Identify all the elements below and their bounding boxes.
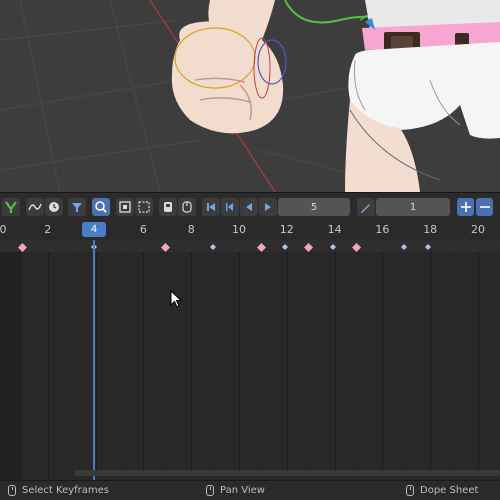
status-middle-label: Pan View (220, 485, 265, 496)
keyframe-unselected[interactable] (425, 244, 432, 250)
channel-strip (0, 240, 22, 480)
box-select-icon[interactable] (135, 198, 153, 216)
frame-gridline (239, 240, 240, 478)
keyframe-unselected[interactable] (281, 244, 288, 250)
frame-gridline (191, 240, 192, 478)
frame-field[interactable]: 5 (278, 198, 350, 216)
pin-icon[interactable] (159, 198, 177, 216)
ruler-tick-label: 10 (232, 223, 246, 236)
plus-icon[interactable] (457, 198, 474, 216)
ruler-tick-label: 12 (279, 223, 294, 236)
ruler-tick-label: 20 (471, 223, 485, 236)
frame-gridline (143, 240, 144, 478)
frame-gridline (72, 240, 73, 478)
timeline-ruler[interactable]: 0 2 6 8 10 12 14 16 18 20 4 (0, 220, 500, 240)
frame-gridline (430, 240, 431, 478)
status-editor: Dope Sheet (406, 485, 478, 496)
3d-viewport[interactable] (0, 0, 500, 192)
frame-gridline (359, 240, 360, 478)
mouse-cursor-icon (170, 290, 183, 308)
filter-icon[interactable] (68, 198, 86, 216)
mouse-middle-icon (206, 485, 214, 496)
frame-gridline (48, 240, 49, 478)
keyframe-selected[interactable] (256, 242, 266, 252)
pencil-icon[interactable] (357, 198, 375, 216)
keyframe-selected[interactable] (160, 242, 170, 252)
keyframe-unselected[interactable] (329, 244, 336, 250)
dopesheet-toolbar: 5 1 (0, 192, 500, 220)
frame-gridline (382, 240, 383, 478)
keyframe-unselected[interactable] (401, 244, 408, 250)
play-reverse-icon[interactable] (240, 198, 258, 216)
play-icon[interactable] (259, 198, 277, 216)
ruler-tick-label: 18 (423, 223, 438, 236)
frame-gridline (287, 240, 288, 478)
step-field[interactable]: 1 (376, 198, 450, 216)
mouse-right-icon (406, 485, 414, 496)
blender-window: 5 1 0 2 6 8 10 12 14 16 18 20 4 Select Keyframes (0, 0, 500, 500)
frame-gridline (335, 240, 336, 478)
ruler-tick-label: 2 (44, 223, 52, 236)
keyframe-selected[interactable] (304, 242, 314, 252)
keyframe-selected[interactable] (17, 242, 27, 252)
keyframe-unselected[interactable] (210, 244, 217, 250)
minus-icon[interactable] (476, 198, 493, 216)
frame-gridline (167, 240, 168, 478)
frame-gridline (215, 240, 216, 478)
frame-gridline (478, 240, 479, 478)
frame-gridline (454, 240, 455, 478)
viewport-scene (0, 0, 500, 192)
ruler-tick-label: 8 (187, 223, 195, 236)
playhead[interactable] (93, 240, 95, 480)
mouse-select-icon[interactable] (178, 198, 196, 216)
keyframe-insert-icon[interactable] (2, 198, 20, 216)
dopesheet-region[interactable] (0, 240, 500, 480)
frame-gridline (96, 240, 97, 478)
frame-gridline (263, 240, 264, 478)
ruler-tick-label: 0 (0, 223, 7, 236)
current-frame-badge[interactable]: 4 (82, 222, 106, 237)
status-select: Select Keyframes (8, 485, 109, 496)
ruler-tick-label: 6 (139, 223, 147, 236)
frame-gridline (120, 240, 121, 478)
frame-gridline (406, 240, 407, 478)
ruler-tick-label: 14 (327, 223, 342, 236)
frame-gridline (311, 240, 312, 478)
status-pan: Pan View (206, 485, 265, 496)
status-right-label: Dope Sheet (420, 485, 479, 496)
keyframe-selected[interactable] (352, 242, 362, 252)
curve-icon[interactable] (26, 198, 44, 216)
ruler-tick-label: 16 (375, 223, 390, 236)
status-left-label: Select Keyframes (22, 485, 110, 496)
mouse-left-icon (8, 485, 16, 496)
prev-key-icon[interactable] (221, 198, 239, 216)
clock-icon[interactable] (45, 198, 63, 216)
jump-start-icon[interactable] (202, 198, 220, 216)
horizontal-scrollbar[interactable] (74, 470, 500, 476)
frame-gridline (24, 240, 25, 478)
zoom-icon[interactable] (92, 198, 110, 216)
frame-all-icon[interactable] (116, 198, 134, 216)
status-bar: Select Keyframes Pan View Dope Sheet (0, 480, 500, 500)
